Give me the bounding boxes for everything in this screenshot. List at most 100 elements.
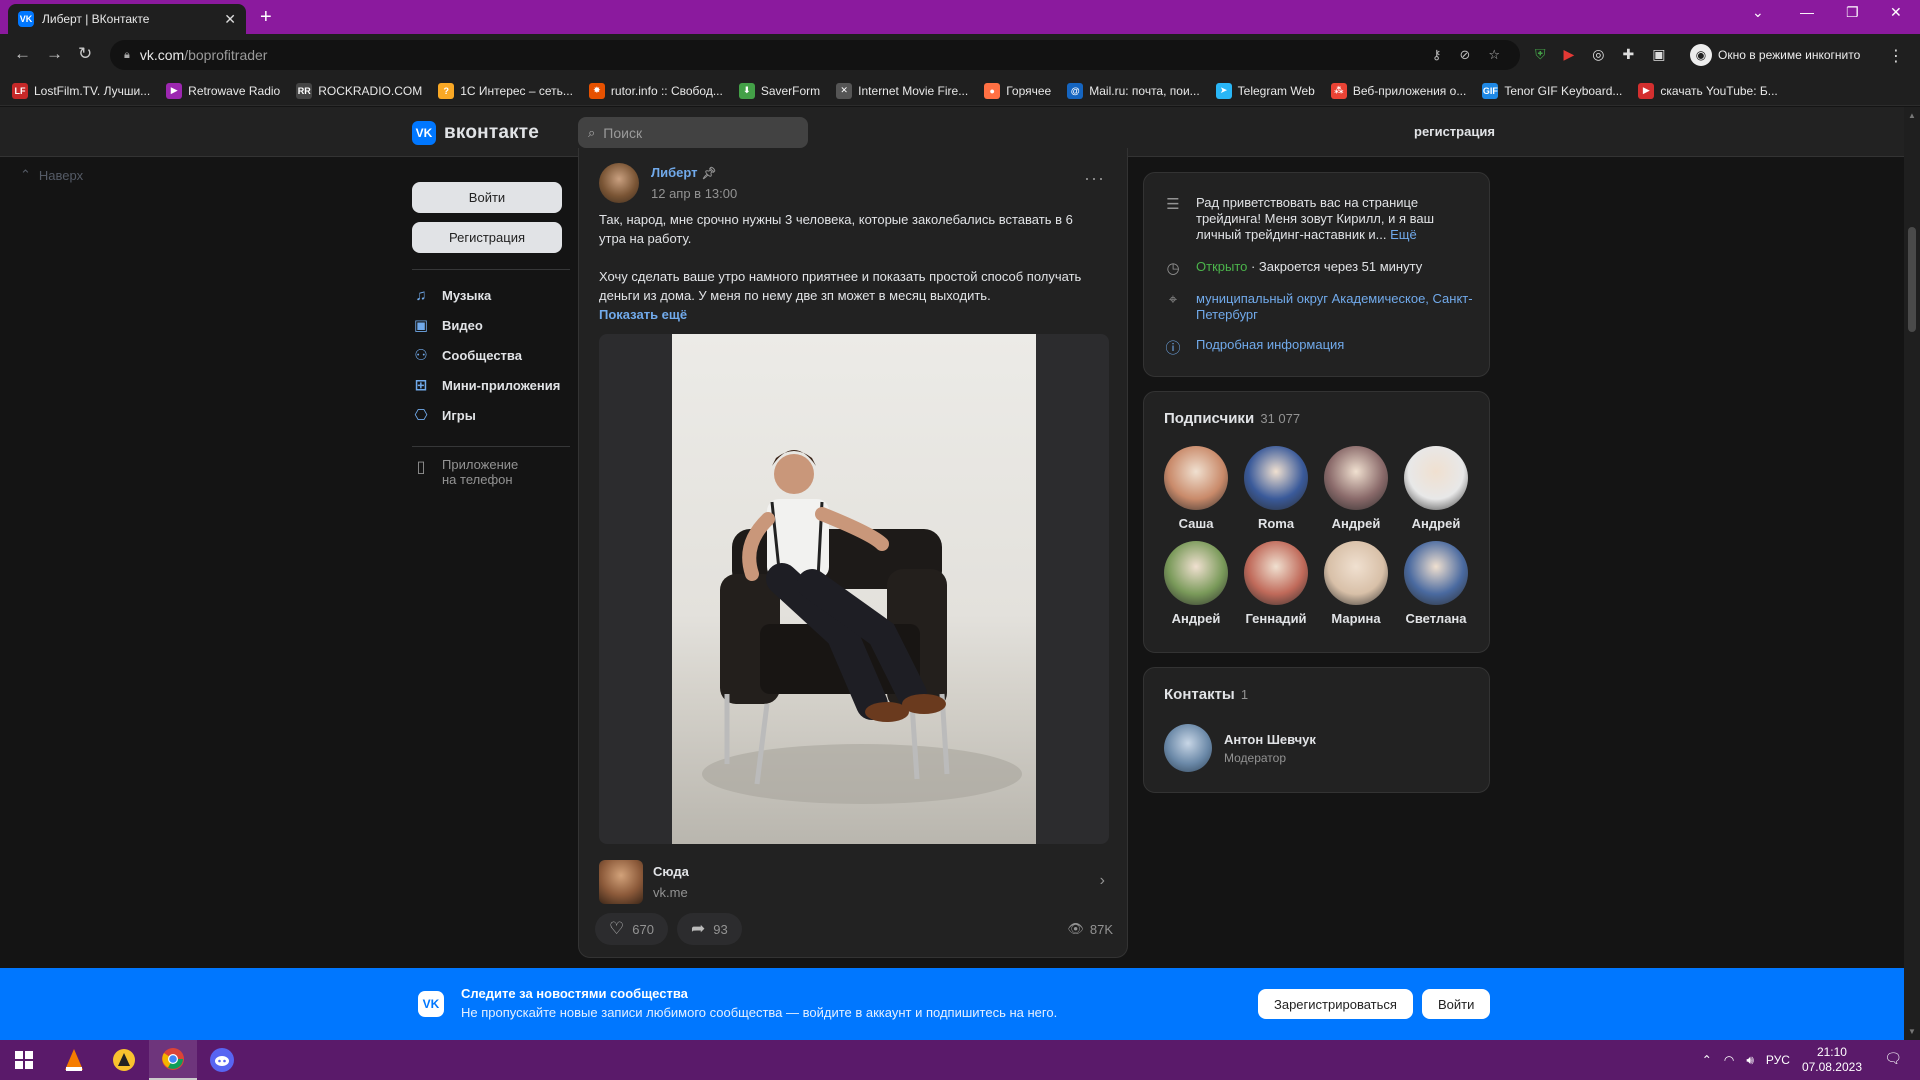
bookmark-item[interactable]: LF LostFilm.TV. Лучши... xyxy=(12,82,150,99)
system-clock[interactable]: 21:10 07.08.2023 xyxy=(1802,1045,1862,1075)
incognito-indicator[interactable]: ◉ Окно в режиме инкогнито xyxy=(1690,42,1860,68)
bookmark-item[interactable]: ✸ rutor.info :: Свобод... xyxy=(588,82,723,99)
search-input[interactable] xyxy=(603,124,784,141)
youtube-extension-icon[interactable]: ▶ xyxy=(1564,46,1575,63)
post-date[interactable]: 12 апр в 13:00 xyxy=(651,186,737,201)
close-tab-icon[interactable]: ✕ xyxy=(224,11,236,28)
author-avatar[interactable] xyxy=(599,163,639,203)
bookmark-item[interactable]: ▶ скачать YouTube: Б... xyxy=(1638,82,1778,99)
bookmark-label: Веб-приложения о... xyxy=(1352,83,1467,98)
subscriber-avatar xyxy=(1164,541,1228,605)
page-scrollbar[interactable]: ▲ ▼ xyxy=(1904,107,1920,1040)
bookmark-item[interactable]: GIF Tenor GIF Keyboard... xyxy=(1482,82,1622,99)
tracking-blocked-icon[interactable]: ⊘ xyxy=(1459,47,1470,63)
subscribers-title[interactable]: Подписчики 31 077 xyxy=(1164,410,1300,427)
subscriber-item[interactable]: Геннадий xyxy=(1244,541,1308,626)
register-link[interactable]: регистрация xyxy=(1414,124,1495,139)
windows-start-icon[interactable] xyxy=(0,1040,48,1080)
subscriber-item[interactable]: Светлана xyxy=(1404,541,1468,626)
subscriber-item[interactable]: Андрей xyxy=(1164,541,1228,626)
banner-login-button[interactable]: Войти xyxy=(1422,989,1491,1019)
bookmark-item[interactable]: ⬇ SaverForm xyxy=(738,82,820,99)
restore-icon[interactable]: ❐ xyxy=(1846,4,1859,21)
adblock-extension-icon[interactable]: ⛨ xyxy=(1535,46,1546,63)
scrollbar-thumb[interactable] xyxy=(1908,227,1916,332)
bookmark-item[interactable]: ● Горячее xyxy=(984,82,1051,99)
language-indicator[interactable]: РУС xyxy=(1766,1053,1790,1067)
browser-menu-icon[interactable]: ⋮ xyxy=(1888,46,1904,66)
chrome-icon[interactable] xyxy=(149,1040,197,1080)
more-options-icon[interactable]: ··· xyxy=(1084,168,1105,189)
scroll-up-link[interactable]: ⌃ Наверх xyxy=(20,167,83,183)
side-panel-icon[interactable]: ▣ xyxy=(1652,46,1665,63)
subscriber-item[interactable]: Андрей xyxy=(1404,446,1468,531)
bookmarks-bar: LF LostFilm.TV. Лучши... ▶ Retrowave Radio R… xyxy=(0,76,1920,106)
post-author[interactable]: Либерт 📌︎ xyxy=(651,165,737,180)
bookmark-item[interactable]: ? 1С Интерес – сеть... xyxy=(438,82,573,99)
menu-item[interactable]: ♫ Музыка xyxy=(412,280,570,310)
bookmark-label: скачать YouTube: Б... xyxy=(1660,83,1778,98)
bookmark-item[interactable]: @ Mail.ru: почта, пои... xyxy=(1067,82,1200,99)
show-more-link[interactable]: Показать ещё xyxy=(599,305,1099,324)
scroll-up-arrow-icon[interactable]: ▲ xyxy=(1908,111,1916,120)
vk-search[interactable]: ⌕ xyxy=(578,117,808,148)
volume-icon[interactable]: 🔊︎ xyxy=(1746,1053,1754,1068)
music-icon: ♫ xyxy=(415,286,427,304)
back-icon[interactable]: ← xyxy=(14,44,31,64)
aimp-icon[interactable] xyxy=(100,1040,148,1080)
subscriber-item[interactable]: Андрей xyxy=(1324,446,1388,531)
bookmark-item[interactable]: ➤ Telegram Web xyxy=(1215,82,1315,99)
register-button[interactable]: Регистрация xyxy=(412,222,562,253)
discord-icon[interactable] xyxy=(198,1040,246,1080)
extensions-puzzle-icon[interactable]: ✚ xyxy=(1623,46,1635,63)
new-tab-icon[interactable]: + xyxy=(260,6,272,29)
menu-item[interactable]: ⊞ Мини-приложения xyxy=(412,370,570,400)
vlc-icon[interactable] xyxy=(50,1040,98,1080)
menu-item[interactable]: ⚇ Сообщества xyxy=(412,340,570,370)
description-more-link[interactable]: Ещё xyxy=(1390,227,1417,242)
menu-item[interactable]: ⎔ Игры xyxy=(412,400,570,430)
address-bar[interactable]: 🔒︎ vk.com/boprofitrader ⚷ ⊘ ☆ xyxy=(110,40,1520,70)
subscriber-item[interactable]: Roma xyxy=(1244,446,1308,531)
menu-item-label: Мини-приложения xyxy=(442,377,561,393)
bookmark-label: 1С Интерес – сеть... xyxy=(460,83,573,98)
browser-tab[interactable]: VK Либерт | ВКонтакте ✕ xyxy=(8,4,246,34)
contact-item[interactable]: Антон Шевчук Модератор xyxy=(1164,724,1316,772)
bookmark-star-icon[interactable]: ☆ xyxy=(1488,47,1500,63)
minimize-icon[interactable]: — xyxy=(1800,4,1814,20)
reload-icon[interactable]: ↻ xyxy=(78,44,92,64)
bookmark-item[interactable]: RR ROCKRADIO.COM xyxy=(296,82,422,99)
share-button[interactable]: ➦ 93 xyxy=(677,913,742,945)
wifi-icon[interactable]: ◠ xyxy=(1724,1053,1734,1067)
password-key-icon[interactable]: ⚷ xyxy=(1432,47,1442,63)
subscriber-name: Саша xyxy=(1178,516,1214,531)
subscriber-avatar xyxy=(1324,541,1388,605)
login-button[interactable]: Войти xyxy=(412,182,562,213)
close-window-icon[interactable]: ✕ xyxy=(1890,4,1902,21)
address-link[interactable]: муниципальный округ Академическое, Санкт… xyxy=(1196,291,1474,323)
bookmark-item[interactable]: ✕ Internet Movie Fire... xyxy=(836,82,968,99)
like-button[interactable]: ♡ 670 xyxy=(595,913,668,945)
forward-icon[interactable]: → xyxy=(46,44,63,64)
details-row[interactable]: ⓘ Подробная информация xyxy=(1164,337,1474,358)
lock-icon[interactable]: 🔒︎ xyxy=(124,49,130,62)
vk-logo[interactable]: VK вконтакте xyxy=(412,121,539,145)
contacts-title[interactable]: Контакты 1 xyxy=(1164,686,1248,703)
post-link-attachment[interactable]: Сюда vk.me › xyxy=(599,860,1109,904)
extension-icon[interactable]: ◎ xyxy=(1592,46,1604,63)
subscriber-name: Roma xyxy=(1257,516,1295,531)
details-link[interactable]: Подробная информация xyxy=(1196,337,1344,358)
notifications-icon[interactable]: 🗨︎ xyxy=(1884,1050,1902,1067)
bookmark-item[interactable]: ▶ Retrowave Radio xyxy=(166,82,280,99)
tray-chevron-icon[interactable]: ⌃ xyxy=(1702,1053,1712,1067)
scroll-down-arrow-icon[interactable]: ▼ xyxy=(1908,1027,1916,1036)
menu-item[interactable]: ▣ Видео xyxy=(412,310,570,340)
address-row[interactable]: ⌖ муниципальный округ Академическое, Сан… xyxy=(1164,291,1474,323)
tab-search-icon[interactable]: ⌄ xyxy=(1752,4,1764,21)
subscriber-item[interactable]: Саша xyxy=(1164,446,1228,531)
post-photo[interactable] xyxy=(599,334,1109,844)
mobile-app-link[interactable]: ▯ Приложение на телефон xyxy=(412,457,570,487)
subscriber-item[interactable]: Марина xyxy=(1324,541,1388,626)
banner-register-button[interactable]: Зарегистрироваться xyxy=(1258,989,1413,1019)
bookmark-item[interactable]: ⁂ Веб-приложения о... xyxy=(1330,82,1467,99)
